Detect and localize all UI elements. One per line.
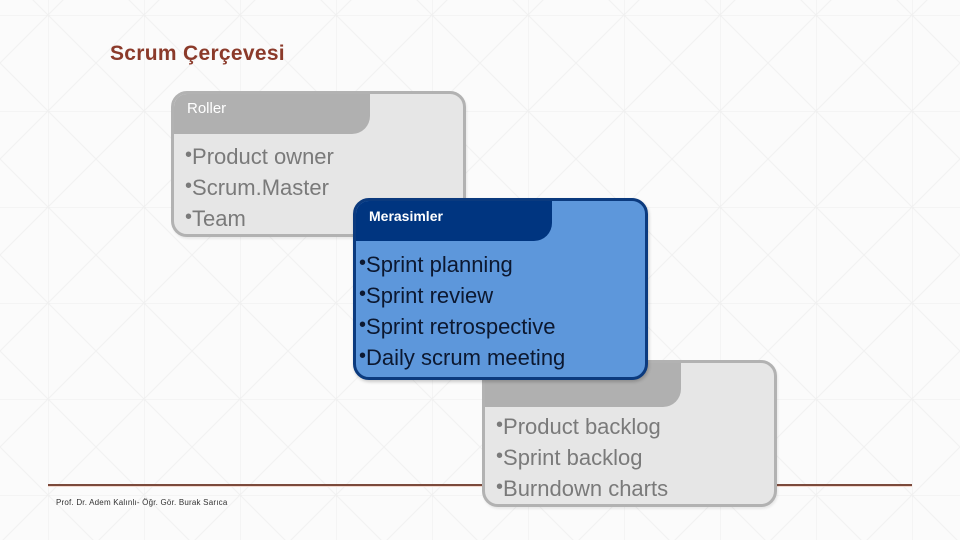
- list-item: Team: [185, 204, 334, 234]
- card-header-merasimler: Merasimler: [356, 201, 552, 241]
- list-item: Daily scrum meeting: [359, 343, 565, 374]
- slide-title: Scrum Çerçevesi: [110, 42, 285, 65]
- list-item: Burndown charts: [496, 474, 668, 504]
- list-item: Sprint review: [359, 281, 565, 312]
- list-item: Product owner: [185, 142, 334, 173]
- card-list-merasimler: Sprint planning Sprint review Sprint ret…: [359, 250, 565, 374]
- card-list-eserler: Product backlog Sprint backlog Burndown …: [496, 412, 668, 504]
- list-item: Scrum.Master: [185, 173, 334, 204]
- list-item: Product backlog: [496, 412, 668, 443]
- footer-credits: Prof. Dr. Adem Kalınlı- Öğr. Gör. Burak …: [56, 498, 228, 507]
- card-merasimler: Merasimler Sprint planning Sprint review…: [353, 198, 648, 380]
- list-item: Sprint retrospective: [359, 312, 565, 343]
- card-list-roller: Product owner Scrum.Master Team: [185, 142, 334, 234]
- footer-divider: [48, 484, 912, 486]
- card-header-roller: Roller: [174, 94, 370, 134]
- list-item: Sprint backlog: [496, 443, 668, 474]
- list-item: Sprint planning: [359, 250, 565, 281]
- card-eserler: Eserler Product backlog Sprint backlog B…: [482, 360, 777, 507]
